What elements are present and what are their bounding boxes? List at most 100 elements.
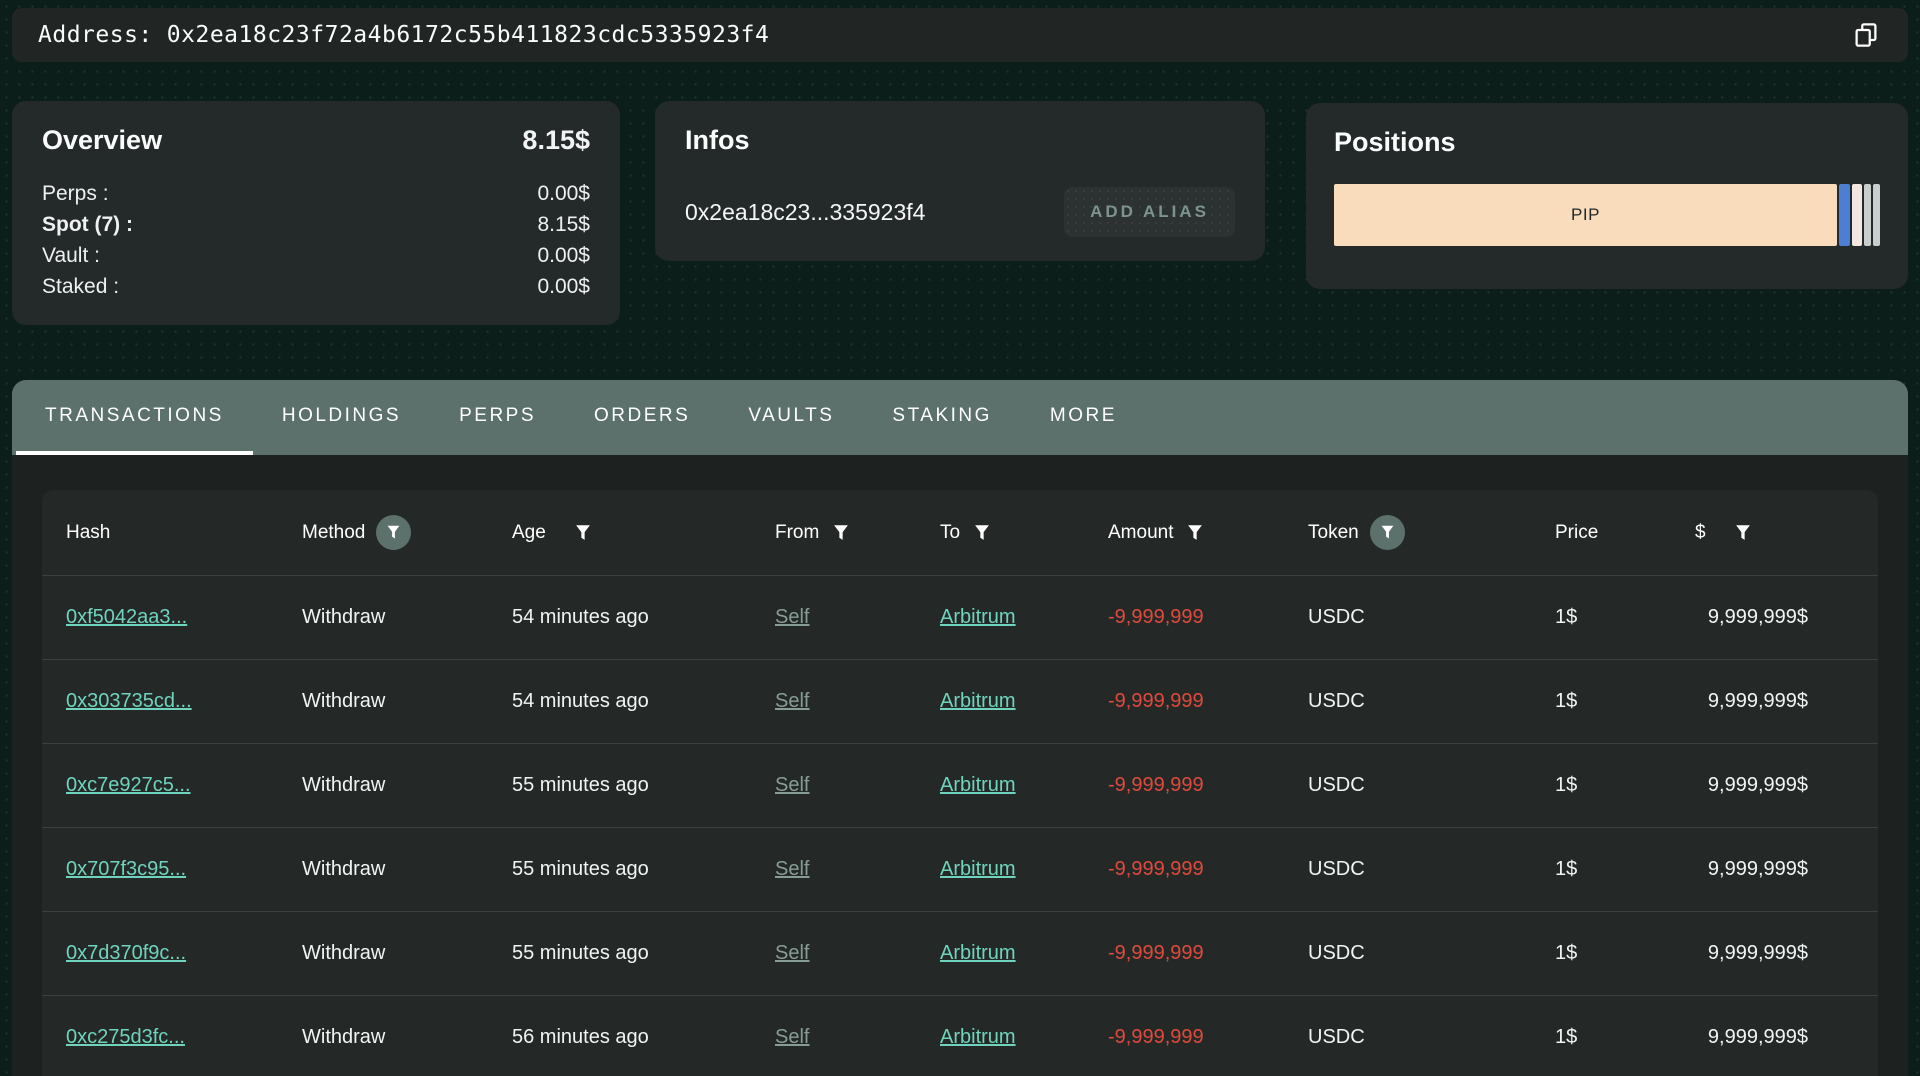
positions-card: Positions PIP — [1306, 103, 1908, 289]
token-cell: USDC — [1308, 606, 1553, 629]
position-segment-5[interactable] — [1873, 184, 1880, 246]
hash-link[interactable]: 0x7d370f9c... — [66, 942, 186, 964]
address-value: 0x2ea18c23f72a4b6172c55b411823cdc5335923… — [167, 22, 770, 48]
overview-total-value: 8.15$ — [522, 125, 590, 156]
usd-cell: 9,999,999$ — [1695, 858, 1854, 881]
token-filter-icon[interactable] — [1370, 515, 1405, 550]
tab-bar: TRANSACTIONS HOLDINGS PERPS ORDERS VAULT… — [12, 380, 1908, 455]
address-label: Address: — [38, 22, 153, 48]
amount-filter-icon[interactable] — [1184, 522, 1206, 544]
price-cell: 1$ — [1553, 858, 1695, 881]
usd-cell: 9,999,999$ — [1695, 942, 1854, 965]
amount-cell: -9,999,999 — [1108, 858, 1308, 881]
amount-cell: -9,999,999 — [1108, 942, 1308, 965]
method-cell: Withdraw — [302, 858, 512, 881]
price-cell: 1$ — [1553, 690, 1695, 713]
age-cell: 54 minutes ago — [512, 690, 775, 713]
tab-vaults[interactable]: VAULTS — [719, 380, 863, 455]
to-link[interactable]: Arbitrum — [940, 942, 1016, 964]
table-row: 0x7d370f9c... Withdraw 55 minutes ago Se… — [42, 911, 1878, 995]
spot-label: Spot (7) : — [42, 209, 133, 240]
token-cell: USDC — [1308, 690, 1553, 713]
to-link[interactable]: Arbitrum — [940, 774, 1016, 796]
add-alias-button[interactable]: ADD ALIAS — [1064, 187, 1235, 237]
tab-staking[interactable]: STAKING — [863, 380, 1021, 455]
overview-row-perps: Perps : 0.00$ — [42, 178, 590, 209]
from-link[interactable]: Self — [775, 942, 809, 964]
position-segment-2[interactable] — [1839, 184, 1850, 246]
vault-label: Vault : — [42, 240, 100, 271]
hash-link[interactable]: 0x707f3c95... — [66, 858, 186, 880]
age-filter-icon[interactable] — [572, 522, 594, 544]
staked-label: Staked : — [42, 271, 119, 302]
usd-cell: 9,999,999$ — [1695, 1026, 1854, 1049]
table-row: 0x707f3c95... Withdraw 55 minutes ago Se… — [42, 827, 1878, 911]
staked-value: 0.00$ — [537, 271, 590, 302]
address-bar: Address: 0x2ea18c23f72a4b6172c55b411823c… — [12, 8, 1908, 62]
overview-title: Overview — [42, 125, 162, 156]
token-cell: USDC — [1308, 942, 1553, 965]
to-filter-icon[interactable] — [971, 522, 993, 544]
spot-value: 8.15$ — [537, 209, 590, 240]
transactions-panel: Hash Method Age From To — [12, 455, 1908, 1076]
from-link[interactable]: Self — [775, 606, 809, 628]
from-link[interactable]: Self — [775, 774, 809, 796]
positions-bar: PIP — [1334, 184, 1880, 246]
header-token: Token — [1308, 522, 1359, 544]
hash-link[interactable]: 0xc275d3fc... — [66, 1026, 185, 1048]
header-from: From — [775, 522, 819, 544]
token-cell: USDC — [1308, 1026, 1553, 1049]
table-row: 0xf5042aa3... Withdraw 54 minutes ago Se… — [42, 575, 1878, 659]
perps-value: 0.00$ — [537, 178, 590, 209]
address-text: Address: 0x2ea18c23f72a4b6172c55b411823c… — [38, 22, 769, 48]
header-hash: Hash — [66, 522, 110, 544]
age-cell: 56 minutes ago — [512, 1026, 775, 1049]
positions-title: Positions — [1334, 127, 1880, 158]
to-link[interactable]: Arbitrum — [940, 606, 1016, 628]
to-link[interactable]: Arbitrum — [940, 858, 1016, 880]
header-method: Method — [302, 522, 365, 544]
method-cell: Withdraw — [302, 774, 512, 797]
age-cell: 55 minutes ago — [512, 858, 775, 881]
tab-transactions[interactable]: TRANSACTIONS — [16, 380, 253, 455]
overview-card: Overview 8.15$ Perps : 0.00$ Spot (7) : … — [12, 101, 620, 325]
price-cell: 1$ — [1553, 774, 1695, 797]
vault-value: 0.00$ — [537, 240, 590, 271]
method-cell: Withdraw — [302, 942, 512, 965]
price-cell: 1$ — [1553, 1026, 1695, 1049]
hash-link[interactable]: 0x303735cd... — [66, 690, 192, 712]
amount-cell: -9,999,999 — [1108, 774, 1308, 797]
to-link[interactable]: Arbitrum — [940, 1026, 1016, 1048]
method-cell: Withdraw — [302, 1026, 512, 1049]
tab-perps[interactable]: PERPS — [430, 380, 565, 455]
header-age: Age — [512, 522, 546, 544]
tab-orders[interactable]: ORDERS — [565, 380, 719, 455]
age-cell: 55 minutes ago — [512, 774, 775, 797]
amount-cell: -9,999,999 — [1108, 690, 1308, 713]
from-filter-icon[interactable] — [830, 522, 852, 544]
hash-link[interactable]: 0xc7e927c5... — [66, 774, 191, 796]
table-header-row: Hash Method Age From To — [42, 490, 1878, 575]
usd-filter-icon[interactable] — [1732, 522, 1754, 544]
age-cell: 55 minutes ago — [512, 942, 775, 965]
header-amount: Amount — [1108, 522, 1173, 544]
from-link[interactable]: Self — [775, 858, 809, 880]
infos-title: Infos — [685, 125, 1235, 156]
usd-cell: 9,999,999$ — [1695, 606, 1854, 629]
method-cell: Withdraw — [302, 690, 512, 713]
tab-more[interactable]: MORE — [1021, 380, 1146, 455]
hash-link[interactable]: 0xf5042aa3... — [66, 606, 187, 628]
copy-address-button[interactable] — [1844, 13, 1888, 57]
overview-row-vault: Vault : 0.00$ — [42, 240, 590, 271]
from-link[interactable]: Self — [775, 690, 809, 712]
method-filter-icon[interactable] — [376, 515, 411, 550]
infos-card: Infos 0x2ea18c23...335923f4 ADD ALIAS — [655, 101, 1265, 261]
from-link[interactable]: Self — [775, 1026, 809, 1048]
position-segment-3[interactable] — [1852, 184, 1862, 246]
position-segment-4[interactable] — [1864, 184, 1871, 246]
tab-holdings[interactable]: HOLDINGS — [253, 380, 430, 455]
header-to: To — [940, 522, 960, 544]
price-cell: 1$ — [1553, 942, 1695, 965]
to-link[interactable]: Arbitrum — [940, 690, 1016, 712]
position-segment-pip[interactable]: PIP — [1334, 184, 1837, 246]
